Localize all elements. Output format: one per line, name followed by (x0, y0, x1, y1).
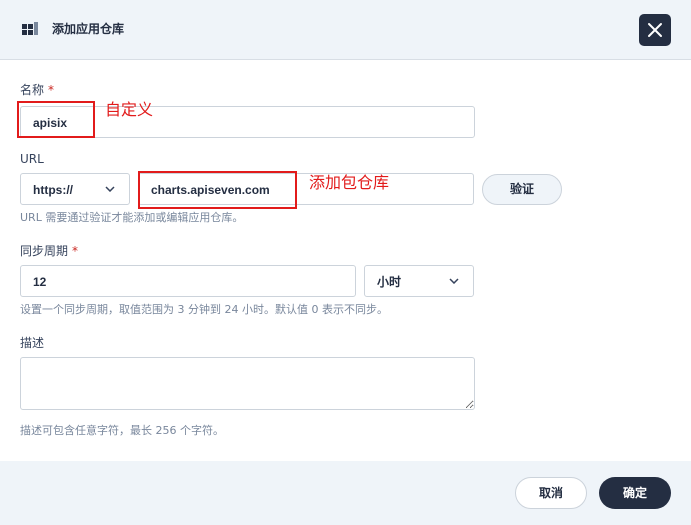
sync-period-input[interactable]: 12 (20, 265, 356, 297)
dialog-title: 添加应用仓库 (52, 22, 125, 36)
url-highlight-box (138, 171, 297, 209)
protocol-value: https:// (33, 183, 73, 197)
chevron-down-icon (105, 186, 115, 192)
description-label: 描述 (20, 336, 45, 350)
sync-label: 同步周期 * (20, 243, 78, 259)
sync-hint: 设置一个同步周期，取值范围为 3 分钟到 24 小时。默认值 0 表示不同步。 (20, 303, 388, 316)
sync-unit-select[interactable]: 小时 (364, 265, 474, 297)
required-mark: * (72, 244, 79, 258)
protocol-select[interactable]: https:// (20, 173, 130, 205)
sync-unit-value: 小时 (377, 275, 402, 289)
description-hint: 描述可包含任意字符，最长 256 个字符。 (20, 424, 224, 437)
url-hint: URL 需要通过验证才能添加或编辑应用仓库。 (20, 211, 244, 224)
close-button[interactable] (639, 14, 671, 46)
chevron-down-icon (449, 278, 459, 284)
name-label-text: 名称 (20, 83, 45, 97)
verify-button[interactable]: 验证 (482, 174, 562, 205)
sync-period-value: 12 (33, 275, 47, 289)
dialog-footer (0, 461, 691, 525)
close-icon (648, 23, 662, 37)
name-highlight-box (17, 101, 95, 138)
url-label: URL (20, 152, 44, 166)
dialog-header: 添加应用仓库 (0, 0, 691, 60)
cancel-button[interactable]: 取消 (515, 477, 587, 509)
confirm-button[interactable]: 确定 (599, 477, 671, 509)
name-annotation: 自定义 (105, 100, 154, 119)
description-textarea[interactable] (20, 357, 475, 410)
url-annotation: 添加包仓库 (309, 173, 390, 192)
app-repository-icon (22, 22, 38, 35)
name-label: 名称 * (20, 82, 54, 98)
required-mark: * (48, 83, 55, 97)
sync-label-text: 同步周期 (20, 244, 69, 258)
